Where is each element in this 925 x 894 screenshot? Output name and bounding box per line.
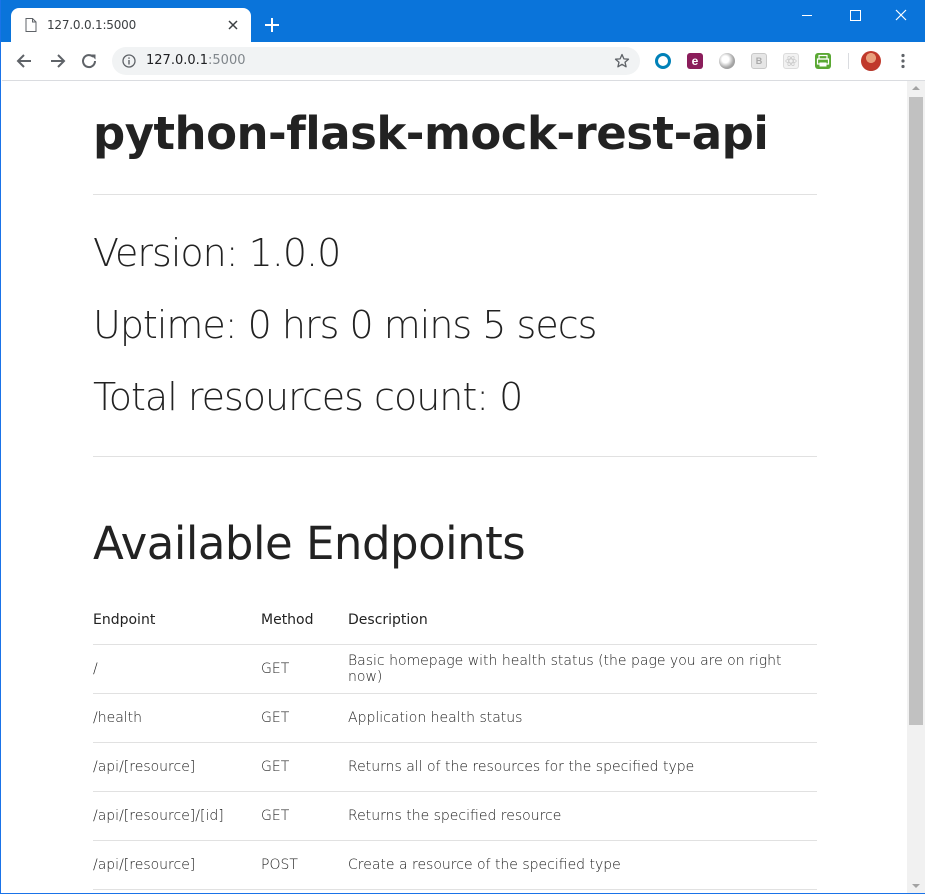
scroll-down-arrow-icon[interactable] (907, 879, 925, 893)
table-row: /api/[resource] GET Returns all of the r… (93, 742, 817, 792)
version-text: Version: 1.0.0 (93, 231, 341, 275)
site-info-icon[interactable] (122, 54, 136, 68)
description-cell: Returns the specified resource (348, 791, 817, 841)
endpoints-table: Endpoint Method Description / GET Basic … (93, 595, 817, 890)
toolbar-separator (848, 53, 849, 69)
table-header-row: Endpoint Method Description (93, 595, 817, 645)
table-row: /api/[resource]/[id] GET Returns the spe… (93, 791, 817, 841)
endpoint-cell: /api/[resource]/[id] (93, 791, 261, 841)
browser-toolbar: 127.0.0.1:5000 e B (2, 42, 925, 81)
vertical-scrollbar[interactable] (907, 81, 925, 893)
extension-b-icon[interactable]: B (751, 53, 767, 69)
page-title: python-flask-mock-rest-api (93, 107, 769, 160)
profile-avatar[interactable] (861, 51, 881, 71)
endpoints-heading: Available Endpoints (93, 517, 526, 570)
uptime-text: Uptime: 0 hrs 0 mins 5 secs (93, 303, 597, 347)
tab-close-icon[interactable] (225, 17, 241, 33)
table-row: /api/[resource] POST Create a resource o… (93, 840, 817, 890)
new-tab-plus-icon[interactable] (263, 16, 281, 34)
browser-window: 127.0.0.1:5000 127.0.0.1:5000 e B python… (0, 0, 925, 894)
back-arrow-icon[interactable] (14, 50, 36, 72)
browser-menu-icon[interactable] (895, 52, 911, 70)
endpoint-cell: / (93, 644, 261, 694)
extension-sphere-icon[interactable] (719, 53, 735, 69)
forward-arrow-icon[interactable] (46, 50, 68, 72)
tab-strip: 127.0.0.1:5000 (1, 0, 925, 42)
scroll-up-arrow-icon[interactable] (907, 81, 925, 95)
page-icon (25, 18, 37, 32)
divider (93, 194, 817, 195)
extension-printer-icon[interactable] (815, 53, 831, 69)
description-cell: Create a resource of the specified type (348, 840, 817, 890)
extension-e-icon[interactable]: e (687, 53, 703, 69)
extension-react-icon[interactable] (783, 53, 799, 69)
scrollbar-thumb[interactable] (909, 97, 923, 725)
method-cell: GET (261, 693, 348, 743)
url-text[interactable]: 127.0.0.1:5000 (146, 53, 246, 68)
column-header-method: Method (261, 595, 348, 645)
maximize-icon[interactable] (832, 0, 878, 30)
table-row: /health GET Application health status (93, 693, 817, 743)
page-viewport: python-flask-mock-rest-api Version: 1.0.… (2, 81, 907, 893)
description-cell: Basic homepage with health status (the p… (348, 644, 817, 694)
table-row: / GET Basic homepage with health status … (93, 644, 817, 694)
divider (93, 456, 817, 457)
endpoint-cell: /api/[resource] (93, 742, 261, 792)
bookmark-star-icon[interactable] (614, 53, 630, 69)
description-cell: Returns all of the resources for the spe… (348, 742, 817, 792)
column-header-description: Description (348, 595, 817, 645)
url-host: 127.0.0.1 (146, 53, 209, 68)
url-port: :5000 (208, 53, 246, 68)
method-cell: GET (261, 644, 348, 694)
method-cell: GET (261, 791, 348, 841)
reload-icon[interactable] (78, 50, 100, 72)
endpoint-cell: /api/[resource] (93, 840, 261, 890)
description-cell: Application health status (348, 693, 817, 743)
close-window-icon[interactable] (878, 0, 924, 30)
minimize-icon[interactable] (784, 0, 830, 30)
method-cell: POST (261, 840, 348, 890)
active-tab[interactable]: 127.0.0.1:5000 (11, 8, 251, 42)
tab-title: 127.0.0.1:5000 (47, 18, 137, 32)
address-bar[interactable]: 127.0.0.1:5000 (112, 47, 640, 75)
resources-count-text: Total resources count: 0 (93, 375, 523, 419)
method-cell: GET (261, 742, 348, 792)
endpoint-cell: /health (93, 693, 261, 743)
extension-ring-icon[interactable] (655, 53, 671, 69)
column-header-endpoint: Endpoint (93, 595, 261, 645)
